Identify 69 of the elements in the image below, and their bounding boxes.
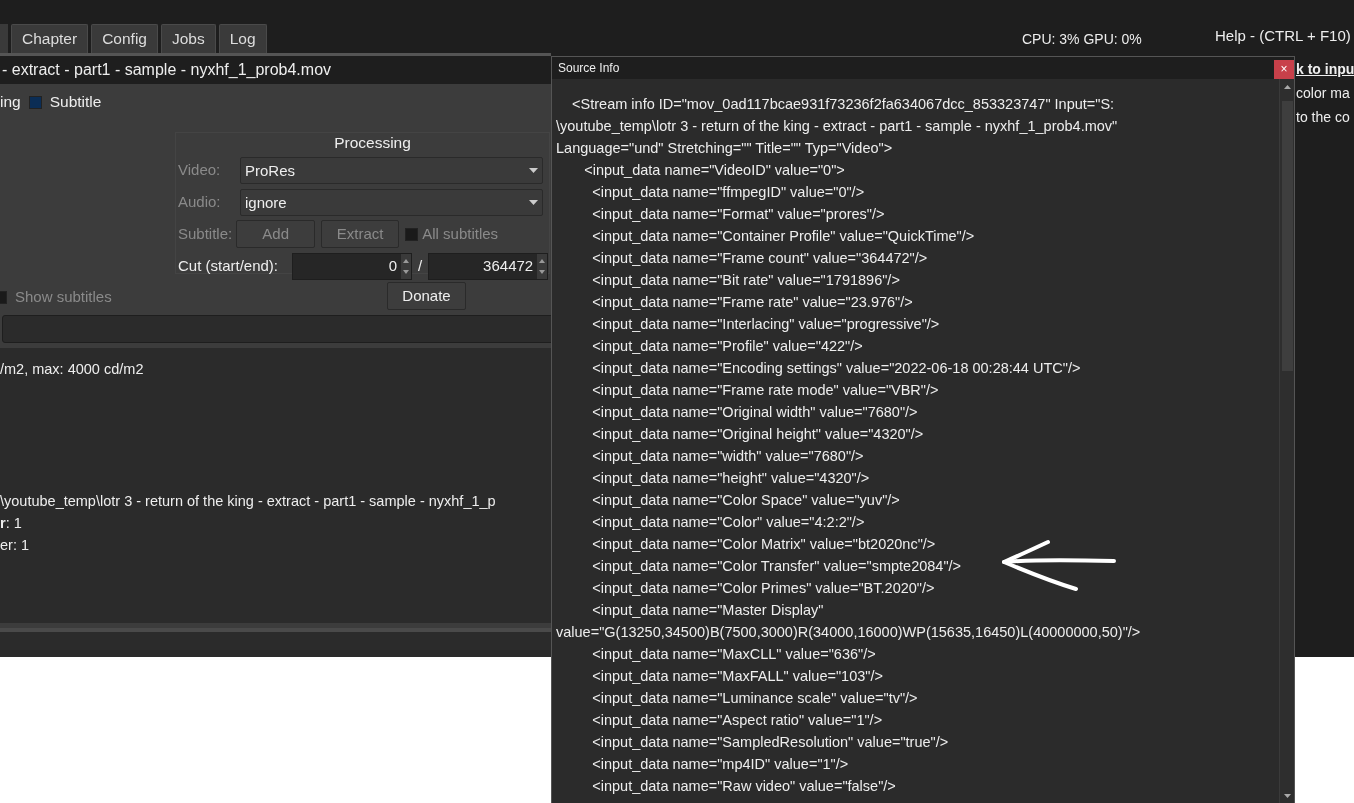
- spin-arrows-icon[interactable]: [537, 253, 548, 279]
- window-title: - extract - part1 - sample - nyxhf_1_prob4.mov: [0, 56, 551, 84]
- code-line: value="G(13250,34500)B(7500,3000)R(34000,16000)WP(15635,16450)L(40000000,50)"/>: [556, 623, 1142, 642]
- code-line: <input_data name="Container Profile" value="QuickTime"/>: [591, 227, 976, 246]
- scrollbar[interactable]: [1279, 79, 1294, 803]
- scrollbar-thumb[interactable]: [1282, 101, 1293, 371]
- code-line: <input_data name="SampledResolution" value="true"/>: [591, 733, 950, 752]
- input-field[interactable]: [2, 315, 551, 343]
- group-title: Processing: [333, 133, 412, 153]
- field-label: Cut (start/end):: [178, 255, 280, 276]
- code-line: <input_data name="width" value="7680"/>: [591, 447, 865, 466]
- log-line: er: 1: [0, 537, 29, 553]
- tab[interactable]: Log: [218, 24, 267, 53]
- code-line: <input_data name="Encoding settings" value="2022-06-18 00:28:44 UTC"/>: [591, 359, 1082, 378]
- code-line: <input_data name="Luminance scale" value="tv"/>: [591, 689, 919, 708]
- help-title: Help - (CTRL + F10): [1215, 26, 1351, 46]
- spin-arrows-icon[interactable]: [401, 253, 411, 279]
- code-line: <input_data name="Frame rate" value="23.976"/>: [591, 293, 914, 312]
- dropdown[interactable]: ignore: [240, 188, 543, 216]
- code-line: <input_data name="Color Space" value="yuv"/>: [591, 491, 901, 510]
- usage-readout: CPU: 3% GPU: 0%: [1022, 30, 1142, 49]
- tab[interactable]: Jobs: [160, 24, 216, 53]
- code-line: <input_data name="MaxFALL" value="103"/>: [591, 667, 884, 686]
- log-line: \youtube_temp\lotr 3 - return of the king - extract - part1 - sample - nyxhf_1_p: [0, 493, 496, 509]
- code-line: <input_data name="Frame rate mode" value="VBR"/>: [591, 381, 940, 400]
- checkbox[interactable]: Subtitle: [28, 90, 102, 114]
- help-text: to the co: [1296, 109, 1350, 125]
- code-line: <input_data name="Interlacing" value="progressive"/>: [591, 315, 941, 334]
- code-line: <input_data name="Raw video" value="false"/>: [591, 777, 897, 796]
- code-line: <input_data name="Color Primes" value="BT.2020"/>: [591, 579, 936, 598]
- dropdown[interactable]: ProRes: [240, 156, 543, 184]
- code-line: <input_data name="Color" value="4:2:2"/>: [591, 513, 866, 532]
- code-line: <input_data name="MaxCLL" value="636"/>: [591, 645, 877, 664]
- code-line: <input_data name="Color Transfer" value="smpte2084"/>: [591, 557, 963, 576]
- code-line: <input_data name="Original width" value="7680"/>: [591, 403, 919, 422]
- window-title: Source Info: [558, 60, 620, 77]
- number-field[interactable]: 0: [292, 252, 412, 280]
- help-text: color ma: [1296, 85, 1350, 101]
- dropdown-arrow-icon: [529, 199, 538, 205]
- code-line: <input_data name="Master Display": [591, 601, 825, 620]
- separator: /: [418, 255, 423, 276]
- code-line: <input_data name="Bit rate" value="1791896"/>: [591, 271, 901, 290]
- option-label: ing: [0, 92, 21, 113]
- code-line: \youtube_temp\lotr 3 - return of the king - extract - part1 - sample - nyxhf_1_prob4.mov": [556, 117, 1119, 136]
- log-line: r: 1: [0, 515, 22, 531]
- help-link[interactable]: k to inpu: [1296, 61, 1354, 77]
- code-line: <input_data name="Color Matrix" value="bt2020nc"/>: [591, 535, 937, 554]
- code-line: <input_data name="mp4ID" value="1"/>: [591, 755, 850, 774]
- field-label: Audio:: [178, 191, 222, 212]
- log-line: /m2, max: 4000 cd/m2: [0, 361, 144, 377]
- donate-button[interactable]: Donate: [387, 282, 466, 310]
- field-label: Subtitle:: [178, 223, 233, 244]
- code-line: <input_data name="Original height" value="4320"/>: [591, 425, 925, 444]
- field-label: Video:: [178, 159, 222, 180]
- code-line: <input_data name="Profile" value="422"/>: [591, 337, 864, 356]
- code-line: <input_data name="VideoID" value="0">: [583, 161, 846, 180]
- tab[interactable]: Chapter: [11, 24, 89, 53]
- close-button[interactable]: ×: [1274, 60, 1294, 79]
- number-field[interactable]: 364472: [428, 252, 549, 280]
- code-line: Language="und" Stretching="" Title="" Typ="Video">: [556, 139, 894, 158]
- code-line: <input_data name="Frame count" value="364472"/>: [591, 249, 929, 268]
- code-line: <input_data name="Format" value="prores"/>: [591, 205, 886, 224]
- code-line: <input_data name="height" value="4320"/>: [591, 469, 871, 488]
- tab[interactable]: [0, 24, 8, 53]
- code-line: <Stream info ID="mov_0ad117bcae931f73236f2fa634067dcc_853323747" Input="S:: [571, 95, 1116, 114]
- code-line: <input_data name="ffmpegID" value="0"/>: [591, 183, 866, 202]
- dropdown-arrow-icon: [529, 167, 538, 173]
- code-line: <input_data name="Aspect ratio" value="1"/>: [591, 711, 884, 730]
- tab[interactable]: Config: [91, 24, 158, 53]
